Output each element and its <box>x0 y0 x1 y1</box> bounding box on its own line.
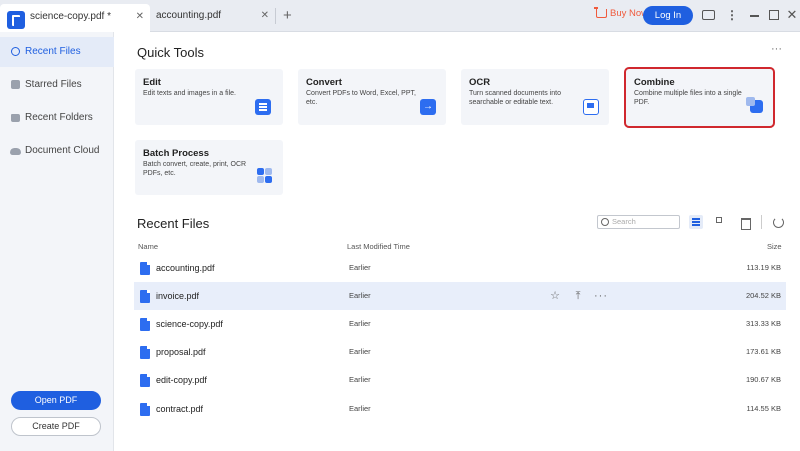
list-view-icon[interactable] <box>689 215 703 229</box>
login-button[interactable]: Log In <box>643 6 693 25</box>
tool-title: Edit <box>143 77 161 88</box>
sidebar-item-label: Recent Files <box>25 46 81 57</box>
sidebar-item-label: Starred Files <box>25 79 82 90</box>
file-size: 190.67 KB <box>745 375 781 384</box>
star-icon <box>11 80 20 89</box>
maximize-icon[interactable] <box>766 7 782 23</box>
file-name: invoice.pdf <box>156 291 200 301</box>
tool-title: Batch Process <box>143 148 210 159</box>
new-tab-icon[interactable]: + <box>283 6 292 26</box>
file-name: accounting.pdf <box>156 263 215 273</box>
create-pdf-button[interactable]: Create PDF <box>11 417 101 436</box>
column-header-size[interactable]: Size <box>767 242 782 251</box>
sidebar-item-recent-folders[interactable]: Recent Folders <box>0 103 114 133</box>
tool-description: Convert PDFs to Word, Excel, PPT, etc. <box>306 90 416 106</box>
pdf-file-icon <box>140 318 150 331</box>
tool-card-edit[interactable]: Edit Edit texts and images in a file. <box>135 69 283 125</box>
tab-accounting[interactable]: accounting.pdf ✕ <box>150 5 275 27</box>
more-options-icon[interactable]: ··· <box>771 43 782 55</box>
tab-divider <box>275 8 276 24</box>
table-row[interactable]: accounting.pdf Earlier 113.19 KB <box>134 254 786 282</box>
sidebar-item-label: Recent Folders <box>25 112 93 123</box>
app-logo-icon <box>7 11 25 29</box>
file-modified: Earlier <box>349 291 371 300</box>
file-name: edit-copy.pdf <box>156 375 207 385</box>
table-row[interactable]: edit-copy.pdf Earlier 190.67 KB <box>134 366 786 394</box>
file-size: 313.33 KB <box>745 319 781 328</box>
cloud-icon <box>10 148 21 155</box>
sidebar-item-document-cloud[interactable]: Document Cloud <box>0 136 114 166</box>
clock-icon <box>11 47 20 56</box>
grid-view-icon[interactable] <box>714 215 728 229</box>
file-modified: Earlier <box>349 404 371 413</box>
open-pdf-button[interactable]: Open PDF <box>11 391 101 410</box>
more-vertical-icon[interactable]: ⋮ <box>724 7 740 23</box>
tool-card-convert[interactable]: Convert Convert PDFs to Word, Excel, PPT… <box>298 69 446 125</box>
tool-card-ocr[interactable]: OCR Turn scanned documents into searchab… <box>461 69 609 125</box>
ocr-scan-icon <box>583 99 599 115</box>
toolbar-divider <box>761 215 762 229</box>
sidebar: Recent Files Starred Files Recent Folder… <box>0 32 114 451</box>
convert-icon <box>420 99 436 115</box>
file-modified: Earlier <box>349 375 371 384</box>
tool-title: Convert <box>306 77 342 88</box>
buy-now-link[interactable]: Buy Now <box>594 7 648 19</box>
tool-title: OCR <box>469 77 491 88</box>
sidebar-item-starred-files[interactable]: Starred Files <box>0 70 114 100</box>
file-modified: Earlier <box>349 263 371 272</box>
tool-card-combine[interactable]: Combine Combine multiple files into a si… <box>624 67 775 128</box>
file-size: 204.52 KB <box>745 291 781 300</box>
cart-icon <box>594 7 607 18</box>
tab-science-copy[interactable]: science-copy.pdf * ✕ <box>0 4 150 32</box>
file-size: 113.19 KB <box>746 263 781 272</box>
table-row[interactable]: science-copy.pdf Earlier 313.33 KB <box>134 310 786 338</box>
close-tab-icon[interactable]: ✕ <box>136 4 144 30</box>
sidebar-item-recent-files[interactable]: Recent Files <box>0 37 114 67</box>
batch-process-icon <box>257 168 273 184</box>
minimize-icon[interactable] <box>747 7 763 23</box>
title-bar: science-copy.pdf * ✕ accounting.pdf ✕ + … <box>0 0 800 32</box>
pdf-file-icon <box>140 346 150 359</box>
recent-files-title: Recent Files <box>137 216 210 231</box>
more-horizontal-icon[interactable]: ··· <box>594 289 608 303</box>
tab-label: accounting.pdf <box>156 10 222 21</box>
file-name: proposal.pdf <box>156 347 206 357</box>
column-header-name[interactable]: Name <box>138 242 158 251</box>
star-icon[interactable]: ☆ <box>548 289 562 303</box>
combine-icon <box>746 97 763 113</box>
file-modified: Earlier <box>349 319 371 328</box>
tool-title: Combine <box>634 77 675 88</box>
pdf-file-icon <box>140 290 150 303</box>
tool-description: Batch convert, create, print, OCR PDFs, … <box>143 161 247 177</box>
tab-label: science-copy.pdf * <box>30 11 111 22</box>
edit-icon <box>255 99 271 115</box>
sidebar-item-label: Document Cloud <box>25 145 100 156</box>
file-modified: Earlier <box>349 347 371 356</box>
tool-card-batch-process[interactable]: Batch Process Batch convert, create, pri… <box>135 140 283 195</box>
message-icon[interactable] <box>700 7 716 23</box>
tool-description: Turn scanned documents into searchable o… <box>469 90 561 106</box>
tool-description: Combine multiple files into a single PDF… <box>634 90 742 106</box>
close-window-icon[interactable]: ✕ <box>784 7 800 23</box>
table-row[interactable]: invoice.pdf Earlier ☆ ⤒ ··· 204.52 KB <box>134 282 786 310</box>
file-size: 114.55 KB <box>746 404 781 413</box>
table-row[interactable]: contract.pdf Earlier 114.55 KB <box>134 395 786 423</box>
tool-description: Edit texts and images in a file. <box>143 90 236 97</box>
pdf-file-icon <box>140 403 150 416</box>
pdf-file-icon <box>140 374 150 387</box>
file-name: science-copy.pdf <box>156 319 223 329</box>
pdf-file-icon <box>140 262 150 275</box>
search-input[interactable]: Search <box>597 215 680 229</box>
folder-icon <box>11 114 20 122</box>
file-size: 173.61 KB <box>745 347 781 356</box>
refresh-icon[interactable] <box>771 215 785 229</box>
close-tab-icon[interactable]: ✕ <box>261 5 269 27</box>
trash-icon[interactable] <box>738 215 752 230</box>
file-name: contract.pdf <box>156 404 204 414</box>
column-header-modified[interactable]: Last Modified Time <box>347 242 410 251</box>
upload-icon[interactable]: ⤒ <box>571 289 585 303</box>
table-row[interactable]: proposal.pdf Earlier 173.61 KB <box>134 338 786 366</box>
quick-tools-title: Quick Tools <box>137 45 204 60</box>
